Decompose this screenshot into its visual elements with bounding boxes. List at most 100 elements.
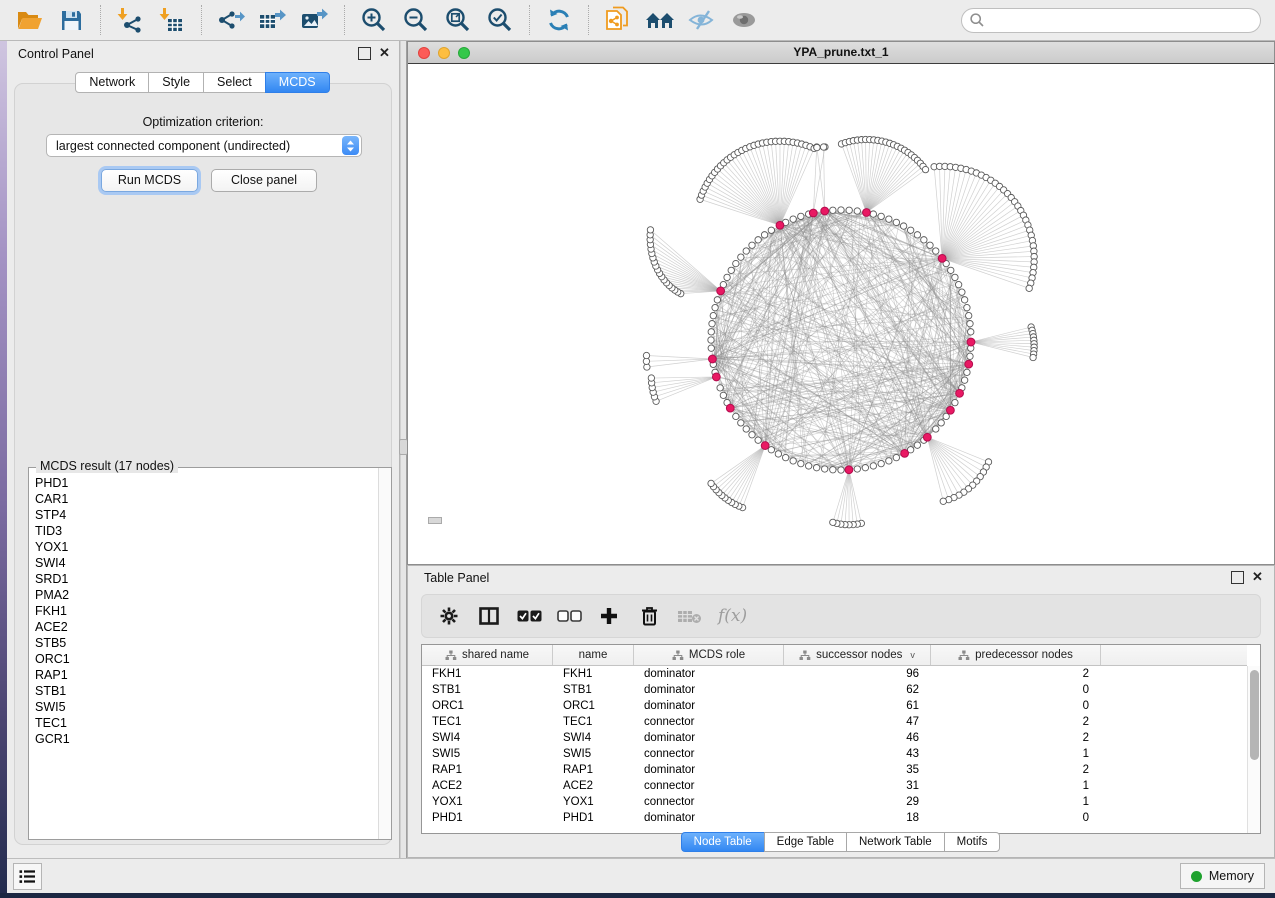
tab-node-table[interactable]: Node Table: [681, 832, 765, 852]
export-network-icon[interactable]: [214, 3, 248, 37]
mcds-result-item[interactable]: TEC1: [35, 715, 378, 731]
network-node[interactable]: [749, 432, 755, 438]
mcds-result-item[interactable]: YOX1: [35, 539, 378, 555]
mcds-result-item[interactable]: ACE2: [35, 619, 378, 635]
network-node[interactable]: [710, 312, 716, 318]
deselect-all-icon[interactable]: [556, 603, 582, 629]
network-node[interactable]: [961, 377, 967, 383]
mcds-highlighted-node[interactable]: [809, 209, 817, 217]
network-node[interactable]: [708, 329, 714, 335]
refresh-icon[interactable]: [542, 3, 576, 37]
network-node[interactable]: [921, 237, 927, 243]
network-node[interactable]: [948, 267, 954, 273]
network-node[interactable]: [1026, 285, 1032, 291]
network-node[interactable]: [755, 437, 761, 443]
mcds-result-item[interactable]: STB1: [35, 683, 378, 699]
network-node[interactable]: [854, 466, 860, 472]
network-node[interactable]: [830, 519, 836, 525]
table-row[interactable]: FKH1FKH1dominator962: [422, 666, 1247, 682]
mcds-result-item[interactable]: FKH1: [35, 603, 378, 619]
network-node[interactable]: [714, 297, 720, 303]
mcds-result-item[interactable]: STP4: [35, 507, 378, 523]
mcds-highlighted-node[interactable]: [821, 207, 829, 215]
memory-button[interactable]: Memory: [1180, 863, 1265, 889]
network-node[interactable]: [927, 242, 933, 248]
network-node[interactable]: [648, 375, 654, 381]
vertical-splitter[interactable]: [400, 41, 407, 858]
mcds-result-item[interactable]: SWI4: [35, 555, 378, 571]
network-node[interactable]: [886, 216, 892, 222]
network-node[interactable]: [952, 274, 958, 280]
search-box[interactable]: [961, 8, 1261, 33]
column-header-name[interactable]: name: [553, 645, 634, 665]
network-node[interactable]: [709, 321, 715, 327]
delete-column-trash-icon[interactable]: [636, 603, 662, 629]
network-node[interactable]: [914, 442, 920, 448]
close-table-panel-icon[interactable]: ✕: [1251, 571, 1264, 584]
mcds-highlighted-node[interactable]: [965, 360, 973, 368]
network-node[interactable]: [761, 232, 767, 238]
table-row[interactable]: ACE2ACE2connector311: [422, 778, 1247, 794]
mcds-result-item[interactable]: PHD1: [35, 475, 378, 491]
network-node[interactable]: [914, 232, 920, 238]
zoom-fit-icon[interactable]: [441, 3, 475, 37]
criterion-select[interactable]: largest connected component (undirected): [46, 134, 362, 157]
mcds-result-item[interactable]: PMA2: [35, 587, 378, 603]
mcds-highlighted-node[interactable]: [967, 338, 975, 346]
table-row[interactable]: SWI4SWI4dominator462: [422, 730, 1247, 746]
network-node[interactable]: [870, 463, 876, 469]
close-panel-button[interactable]: Close panel: [211, 169, 317, 192]
network-node[interactable]: [717, 385, 723, 391]
network-node[interactable]: [959, 289, 965, 295]
network-node[interactable]: [712, 304, 718, 310]
network-node[interactable]: [790, 216, 796, 222]
column-header-shared-name[interactable]: shared name: [422, 645, 553, 665]
tab-edge-table[interactable]: Edge Table: [764, 832, 847, 852]
mcds-list-scrollbar[interactable]: [378, 468, 391, 839]
network-node[interactable]: [822, 466, 828, 472]
tab-motifs[interactable]: Motifs: [944, 832, 1001, 852]
network-node[interactable]: [798, 460, 804, 466]
run-mcds-button[interactable]: Run MCDS: [101, 169, 198, 192]
network-node[interactable]: [749, 242, 755, 248]
network-node[interactable]: [733, 260, 739, 266]
sort-indicator-icon[interactable]: v: [910, 650, 915, 660]
network-canvas[interactable]: [408, 64, 1274, 564]
network-node[interactable]: [708, 480, 714, 486]
network-node[interactable]: [933, 248, 939, 254]
network-node[interactable]: [728, 267, 734, 273]
column-header-successor-nodes[interactable]: successor nodesv: [784, 645, 931, 665]
table-row[interactable]: RAP1RAP1dominator352: [422, 762, 1247, 778]
network-node[interactable]: [790, 458, 796, 464]
mcds-result-list[interactable]: PHD1CAR1STP4TID3YOX1SWI4SRD1PMA2FKH1ACE2…: [29, 471, 378, 839]
network-node[interactable]: [647, 227, 653, 233]
table-row[interactable]: ORC1ORC1dominator610: [422, 698, 1247, 714]
network-node[interactable]: [743, 426, 749, 432]
mcds-result-item[interactable]: SWI5: [35, 699, 378, 715]
network-node[interactable]: [893, 219, 899, 225]
network-node[interactable]: [886, 458, 892, 464]
mcds-highlighted-node[interactable]: [761, 442, 769, 450]
network-node[interactable]: [733, 413, 739, 419]
network-node[interactable]: [1030, 354, 1036, 360]
select-all-icon[interactable]: [516, 603, 542, 629]
network-node[interactable]: [724, 274, 730, 280]
mcds-highlighted-node[interactable]: [717, 287, 725, 295]
network-node[interactable]: [967, 353, 973, 359]
network-window-titlebar[interactable]: YPA_prune.txt_1: [408, 42, 1274, 64]
table-row[interactable]: SWI5SWI5connector431: [422, 746, 1247, 762]
network-node[interactable]: [854, 208, 860, 214]
network-node[interactable]: [907, 227, 913, 233]
table-row[interactable]: STB1STB1dominator620: [422, 682, 1247, 698]
mcds-result-item[interactable]: SRD1: [35, 571, 378, 587]
hide-graphics-details-icon[interactable]: [685, 3, 719, 37]
table-row[interactable]: TEC1TEC1connector472: [422, 714, 1247, 730]
mcds-result-item[interactable]: TID3: [35, 523, 378, 539]
network-node[interactable]: [738, 420, 744, 426]
network-node[interactable]: [967, 321, 973, 327]
network-node[interactable]: [830, 467, 836, 473]
network-node[interactable]: [964, 304, 970, 310]
column-header-MCDS-role[interactable]: MCDS role: [634, 645, 784, 665]
network-node[interactable]: [708, 345, 714, 351]
network-node[interactable]: [643, 352, 649, 358]
